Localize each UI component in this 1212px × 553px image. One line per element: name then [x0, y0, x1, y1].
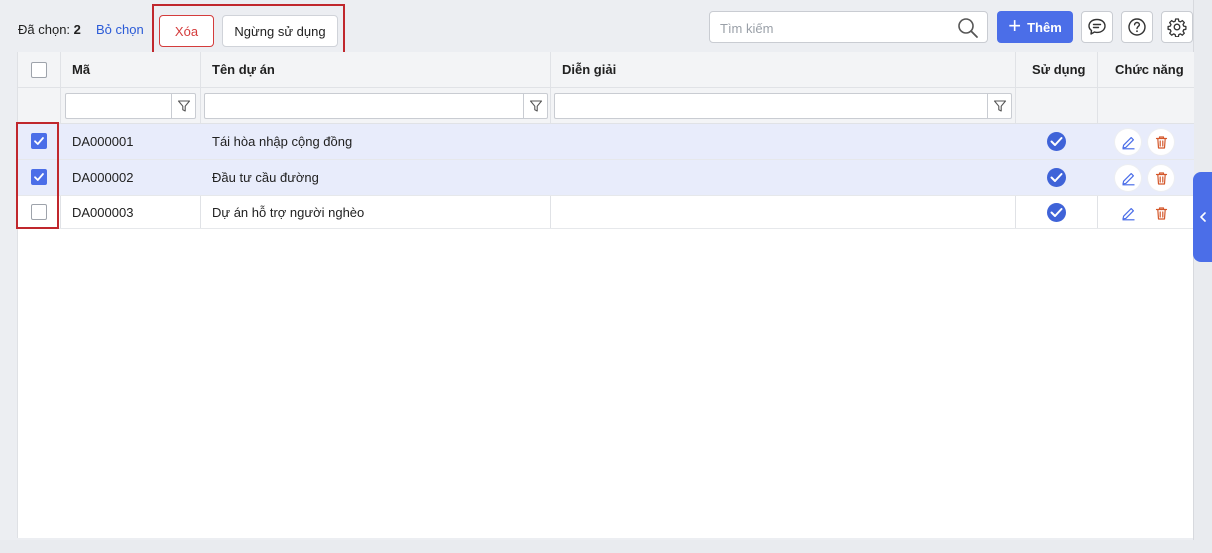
select-all-checkbox[interactable]	[31, 62, 47, 78]
settings-button[interactable]	[1161, 11, 1193, 43]
help-icon	[1128, 18, 1146, 36]
main-panel: Đã chọn: 2 Bỏ chọn Xóa Ngừng sử dụng + T…	[0, 0, 1194, 540]
filter-icon[interactable]	[523, 94, 547, 118]
filter-row	[18, 88, 1194, 124]
add-button[interactable]: + Thêm	[997, 11, 1073, 43]
selected-count-label: Đã chọn: 2	[18, 22, 81, 37]
filter-icon[interactable]	[171, 94, 195, 118]
edit-button[interactable]	[1115, 200, 1141, 226]
edit-icon	[1121, 136, 1134, 149]
filter-icon[interactable]	[987, 94, 1011, 118]
delete-button[interactable]: Xóa	[159, 15, 214, 47]
row-code: DA000001	[72, 134, 134, 149]
header-description[interactable]: Diễn giải	[562, 52, 616, 88]
table-row[interactable]: DA000002 Đầu tư cầu đường	[18, 160, 1194, 196]
page: Đã chọn: 2 Bỏ chọn Xóa Ngừng sử dụng + T…	[0, 0, 1212, 553]
stop-using-button[interactable]: Ngừng sử dụng	[222, 15, 338, 47]
row-name: Tái hòa nhập cộng đồng	[212, 134, 353, 149]
row-code: DA000002	[72, 170, 134, 185]
toolbar: Đã chọn: 2 Bỏ chọn Xóa Ngừng sử dụng + T…	[0, 0, 1194, 56]
filter-description-input[interactable]	[554, 93, 1012, 119]
filter-name-input[interactable]	[204, 93, 548, 119]
edit-icon	[1121, 172, 1134, 185]
chat-button[interactable]	[1081, 11, 1113, 43]
delete-row-button[interactable]	[1148, 200, 1174, 226]
projects-table: Mã Tên dự án Diễn giải Sử dụng Chức năng	[17, 52, 1194, 538]
in-use-check-icon	[1047, 132, 1066, 151]
search-icon[interactable]	[957, 17, 979, 39]
help-button[interactable]	[1121, 11, 1153, 43]
edit-button[interactable]	[1115, 129, 1141, 155]
selected-count-text: Đã chọn:	[18, 22, 71, 37]
header-in-use[interactable]: Sử dụng	[1032, 52, 1085, 88]
header-actions: Chức năng	[1115, 62, 1184, 77]
delete-row-button[interactable]	[1148, 129, 1174, 155]
row-name: Đầu tư cầu đường	[212, 170, 319, 185]
trash-icon	[1155, 206, 1167, 220]
table-row[interactable]: DA000001 Tái hòa nhập cộng đồng	[18, 124, 1194, 160]
side-panel-toggle[interactable]	[1193, 172, 1212, 262]
chat-icon	[1088, 18, 1106, 35]
row-code: DA000003	[72, 205, 134, 220]
plus-icon: +	[1008, 13, 1022, 38]
edit-icon	[1121, 207, 1134, 220]
settings-icon	[1167, 18, 1187, 37]
deselect-link[interactable]: Bỏ chọn	[96, 22, 144, 37]
in-use-check-icon	[1047, 203, 1066, 222]
add-button-label: Thêm	[1027, 19, 1062, 35]
search-input[interactable]	[720, 18, 950, 38]
filter-code-input[interactable]	[65, 93, 196, 119]
in-use-check-icon	[1047, 168, 1066, 187]
delete-row-button[interactable]	[1148, 165, 1174, 191]
trash-icon	[1155, 171, 1167, 185]
table-header: Mã Tên dự án Diễn giải Sử dụng Chức năng	[18, 52, 1194, 88]
row-name: Dự án hỗ trợ người nghèo	[212, 205, 365, 220]
chevron-left-icon	[1199, 212, 1206, 222]
search-box	[709, 11, 988, 43]
table-row[interactable]: DA000003 Dự án hỗ trợ người nghèo	[18, 196, 1194, 229]
trash-icon	[1155, 135, 1167, 149]
edit-button[interactable]	[1115, 165, 1141, 191]
selected-count-value: 2	[73, 22, 81, 37]
header-name[interactable]: Tên dự án	[212, 52, 275, 88]
checkbox-highlight-box	[16, 122, 59, 229]
header-code[interactable]: Mã	[72, 52, 90, 88]
